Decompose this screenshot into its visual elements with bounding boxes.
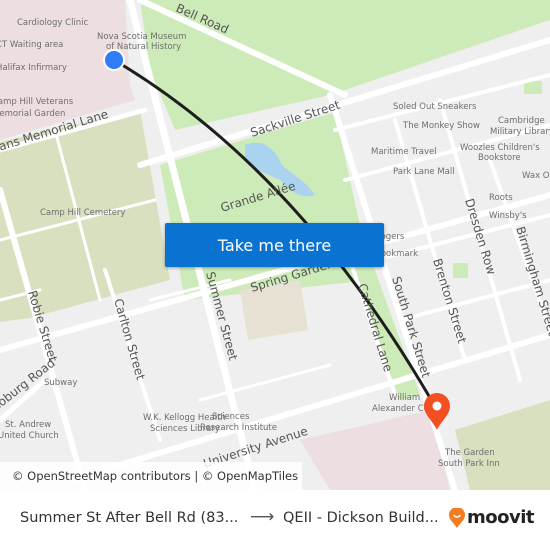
origin-dot-icon xyxy=(105,51,123,69)
green-square xyxy=(453,263,468,278)
place-label: South Park Inn xyxy=(438,459,500,469)
destination-stop-name: QEII - Dickson Build... xyxy=(283,510,439,526)
place-label: Wax On xyxy=(522,171,550,181)
place-label: Research Institute xyxy=(200,423,277,433)
origin-marker[interactable] xyxy=(103,49,125,71)
place-label: Nova Scotia Museum xyxy=(97,32,186,42)
take-me-there-button[interactable]: Take me there xyxy=(165,223,384,267)
place-label: St. Andrew xyxy=(5,420,51,430)
moovit-wordmark: moovit xyxy=(467,507,535,528)
place-label: Park Lane Mall xyxy=(393,167,455,177)
place-label: Soled Out Sneakers xyxy=(393,102,477,112)
origin-stop-name: Summer St After Bell Rd (83... xyxy=(20,510,239,526)
place-label: Camp Hill Veterans xyxy=(0,97,74,107)
footer: Summer St After Bell Rd (83... ⟶ QEII - … xyxy=(0,490,550,550)
place-label: Camp Hill Cemetery xyxy=(40,208,125,218)
place-label: Maritime Travel xyxy=(371,147,437,157)
place-label: Roots xyxy=(489,193,513,203)
place-label: Halifax Infirmary xyxy=(0,63,67,73)
place-label: The Garden xyxy=(444,448,495,458)
map[interactable]: Cardiology Clinic CT Waiting area Halifa… xyxy=(0,0,550,490)
place-label: Military Library xyxy=(490,127,550,137)
place-label: Cardiology Clinic xyxy=(17,18,89,28)
place-label: Sciences xyxy=(212,412,250,422)
place-label: CT Waiting area xyxy=(0,40,63,50)
map-attribution[interactable]: © OpenStreetMap contributors | © OpenMap… xyxy=(0,462,302,490)
place-label: Woozles Children's xyxy=(460,143,540,153)
arrow-right-icon: ⟶ xyxy=(250,507,275,527)
place-label: Memorial Garden xyxy=(0,109,65,119)
moovit-logo[interactable]: moovit xyxy=(449,507,535,528)
moovit-pin-icon xyxy=(449,507,465,528)
place-label: Bookstore xyxy=(478,153,521,163)
place-label: Winsby's xyxy=(489,211,527,221)
place-label: United Church xyxy=(0,431,59,441)
place-label: Subway xyxy=(44,378,77,388)
place-label: Cambridge xyxy=(498,116,545,126)
place-label: The Monkey Show xyxy=(402,121,480,131)
place-label: William xyxy=(389,393,420,403)
